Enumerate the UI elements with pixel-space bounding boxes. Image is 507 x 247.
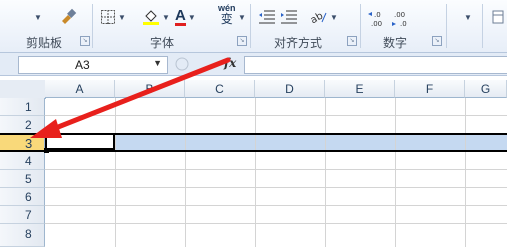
annotation-arrow-icon [30,57,231,138]
